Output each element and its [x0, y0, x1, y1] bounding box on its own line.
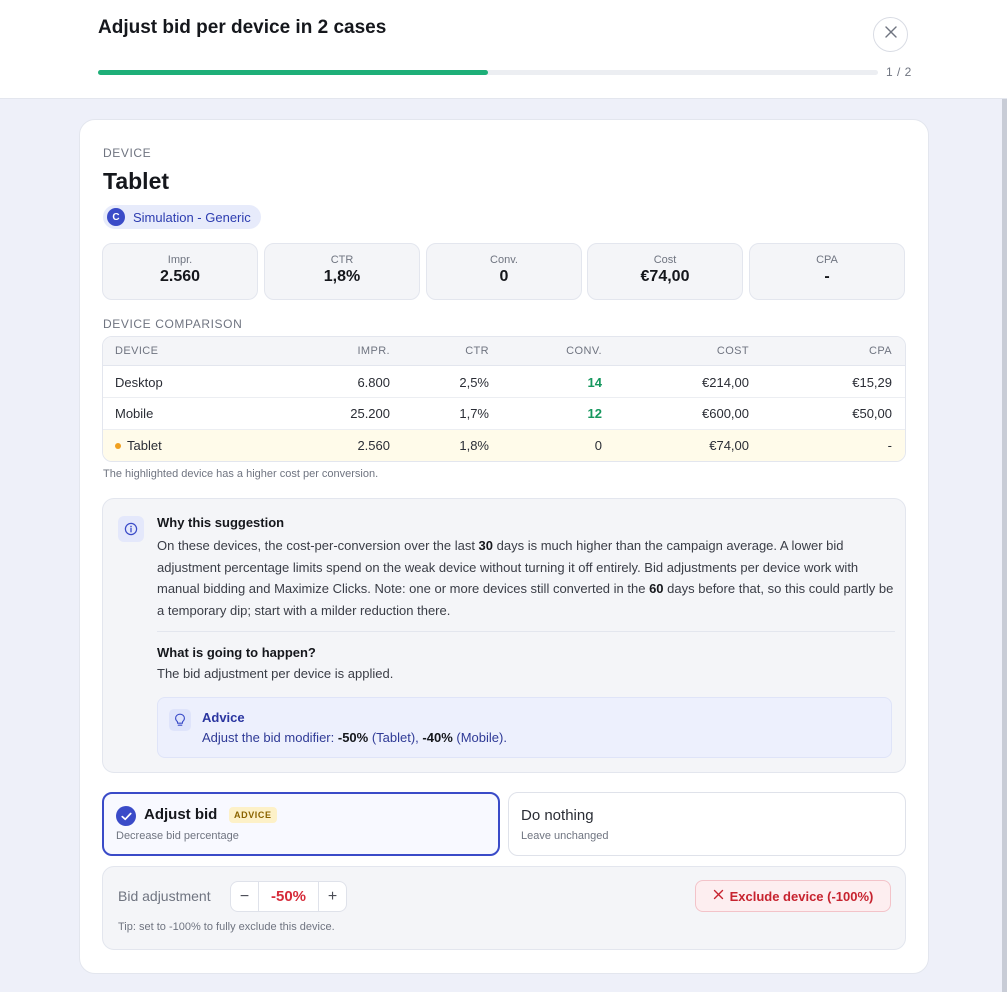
what-happens-title: What is going to happen? [157, 645, 316, 660]
option-title: Adjust bid [144, 806, 218, 823]
why-body-part: On these devices, the cost-per-conversio… [157, 538, 479, 553]
cell-impr: 25.200 [350, 406, 390, 421]
cell-impr: 6.800 [357, 375, 390, 390]
option-title: Do nothing [521, 807, 594, 824]
column-header-ctr: CTR [465, 345, 489, 357]
cell-cpa: €50,00 [852, 406, 892, 421]
close-button[interactable] [873, 17, 908, 52]
metric-label: CTR [330, 254, 354, 266]
advice-mobile-value: -40% [422, 730, 453, 745]
metric-impressions: Impr. 2.560 [102, 243, 258, 300]
metric-label: CPA [816, 254, 838, 266]
exclude-device-label: Exclude device (-100%) [729, 888, 874, 904]
cell-cpa: €15,29 [852, 375, 892, 390]
bid-adjustment-stepper[interactable]: − -50% + [230, 881, 347, 912]
device-name: Tablet [103, 168, 170, 194]
metric-conversions: Conv. 0 [426, 243, 582, 300]
table-row: Desktop 6.800 2,5% 14 €214,00 €15,29 [103, 367, 905, 398]
metric-cpa: CPA - [749, 243, 905, 300]
cell-ctr: 1,7% [459, 406, 489, 421]
progress-fill [98, 70, 488, 75]
cell-device: Tablet [115, 438, 162, 453]
highlight-dot-icon [115, 442, 121, 449]
column-header-impr: IMPR. [357, 345, 390, 357]
progress-label: 1 / 2 [886, 65, 912, 79]
metric-label: Cost [653, 254, 677, 266]
why-suggestion-panel: Why this suggestion On these devices, th… [102, 498, 906, 773]
cell-conv: 0 [594, 438, 602, 453]
option-do-nothing[interactable]: Do nothing Leave unchanged [508, 792, 906, 856]
advice-part: (Tablet), [368, 730, 423, 745]
advice-part: Adjust the bid modifier: [202, 730, 338, 745]
bid-adjustment-panel: Bid adjustment − -50% + Exclude device (… [102, 866, 906, 950]
column-header-cost: COST [716, 345, 749, 357]
why-days-earlier: 60 [649, 581, 664, 596]
option-subtitle: Leave unchanged [521, 830, 609, 842]
cell-device-label: Tablet [127, 438, 162, 453]
option-adjust-bid[interactable]: Adjust bid ADVICE Decrease bid percentag… [102, 792, 500, 856]
metric-ctr: CTR 1,8% [264, 243, 420, 300]
metric-cost: Cost €74,00 [587, 243, 743, 300]
metric-value: - [824, 268, 830, 285]
decrement-button[interactable]: − [231, 882, 259, 911]
cell-device: Desktop [115, 375, 163, 390]
cell-cost: €600,00 [702, 406, 749, 421]
check-icon [116, 806, 136, 826]
bid-adjustment-label: Bid adjustment [118, 888, 211, 904]
table-header: DEVICE IMPR. CTR CONV. COST CPA [103, 337, 905, 366]
close-icon [884, 25, 898, 44]
what-happens-body: The bid adjustment per device is applied… [157, 666, 394, 681]
column-header-conv: CONV. [566, 345, 602, 357]
metric-value: 1,8% [323, 268, 361, 285]
campaign-chip[interactable]: C Simulation - Generic [103, 205, 261, 229]
campaign-name: Simulation - Generic [133, 209, 251, 225]
why-title: Why this suggestion [157, 515, 285, 530]
table-note: The highlighted device has a higher cost… [103, 468, 379, 480]
cell-ctr: 2,5% [459, 375, 489, 390]
why-days-recent: 30 [478, 538, 494, 553]
comparison-section-label: DEVICE COMPARISON [103, 317, 243, 331]
device-section-label: DEVICE [103, 146, 152, 160]
advice-body: Adjust the bid modifier: -50% (Tablet), … [202, 730, 507, 745]
advice-tablet-value: -50% [337, 730, 369, 745]
increment-button[interactable]: + [318, 882, 346, 911]
table-row-highlighted: Tablet 2.560 1,8% 0 €74,00 - [103, 430, 905, 461]
cell-device: Mobile [115, 406, 154, 421]
info-icon [118, 516, 144, 542]
cell-ctr: 1,8% [459, 438, 489, 453]
suggestion-card: DEVICE Tablet C Simulation - Generic Imp… [79, 119, 929, 974]
metric-label: Conv. [490, 254, 518, 266]
cell-cost: €214,00 [702, 375, 749, 390]
advice-box: Advice Adjust the bid modifier: -50% (Ta… [157, 697, 892, 758]
advice-title: Advice [202, 710, 245, 725]
bid-adjustment-value[interactable]: -50% [259, 888, 318, 905]
metric-value: €74,00 [640, 268, 690, 285]
metric-value: 2.560 [159, 268, 201, 285]
column-header-device: DEVICE [115, 345, 159, 357]
modal-header: Adjust bid per device in 2 cases 1 / 2 [0, 0, 1007, 99]
campaign-avatar: C [107, 208, 125, 226]
tip-text: Tip: set to -100% to fully exclude this … [118, 921, 335, 933]
column-header-cpa: CPA [868, 345, 892, 357]
table-row: Mobile 25.200 1,7% 12 €600,00 €50,00 [103, 398, 905, 430]
close-icon [713, 887, 724, 905]
modal-title: Adjust bid per device in 2 cases [98, 17, 387, 38]
device-comparison-table: DEVICE IMPR. CTR CONV. COST CPA Desktop … [102, 336, 906, 462]
cell-cpa: - [887, 438, 892, 453]
lightbulb-icon [169, 709, 191, 731]
advice-part: (Mobile). [452, 730, 507, 745]
metric-label: Impr. [167, 254, 193, 266]
cell-conv: 12 [587, 406, 602, 421]
progress-bar [98, 70, 878, 75]
exclude-device-button[interactable]: Exclude device (-100%) [695, 880, 891, 912]
cell-cost: €74,00 [709, 438, 749, 453]
scrollbar[interactable] [1002, 99, 1007, 992]
why-body: On these devices, the cost-per-conversio… [157, 535, 897, 621]
cell-impr: 2.560 [357, 438, 390, 453]
option-subtitle: Decrease bid percentage [116, 830, 239, 842]
advice-badge: ADVICE [229, 807, 277, 823]
metric-value: 0 [499, 268, 509, 285]
cell-conv: 14 [587, 375, 602, 390]
divider [157, 631, 895, 632]
